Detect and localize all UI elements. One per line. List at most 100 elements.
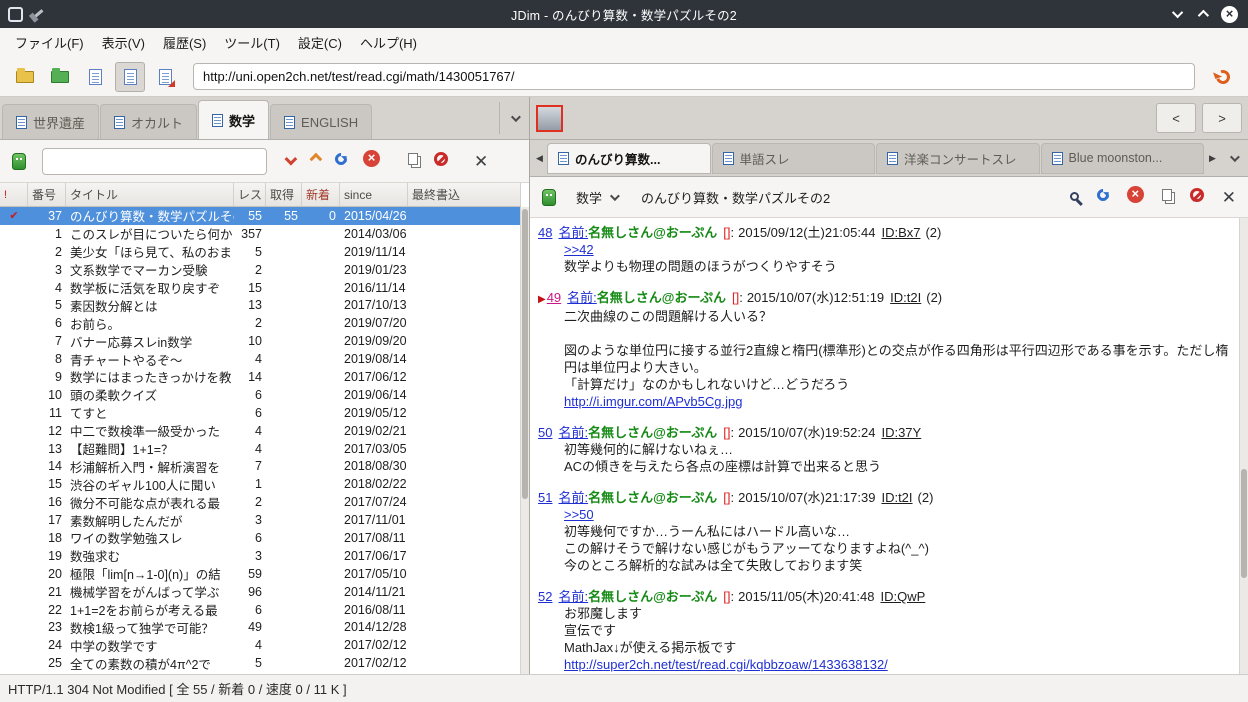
thread-row-14[interactable]: 14 杉浦解析入門・解析演習を 7 2018/08/30 <box>0 457 521 475</box>
col-title[interactable]: タイトル <box>66 183 234 206</box>
maximize-button[interactable] <box>1197 5 1210 23</box>
thread-tab-1[interactable]: 単語スレ <box>711 142 875 174</box>
board-select-dropdown[interactable]: 数学 <box>574 184 620 211</box>
reload-list-button[interactable] <box>332 150 350 170</box>
col-number[interactable]: 番号 <box>28 183 66 206</box>
post-name-label[interactable]: 名前: <box>558 490 588 505</box>
menu-item-1[interactable]: 表示(V) <box>93 28 154 57</box>
thread-row-3[interactable]: 3 文系数学でマーカン受験 2 2019/01/23 <box>0 261 521 279</box>
copy-button[interactable] <box>408 152 418 170</box>
thread-filter-input[interactable] <box>42 147 267 175</box>
thread-row-18[interactable]: 18 ワイの数学勉強スレ 6 2017/08/11 <box>0 529 521 547</box>
url-reload-button[interactable] <box>1208 62 1238 92</box>
thread-view-scrollbar[interactable] <box>1239 218 1248 674</box>
post-body-link[interactable]: http://super2ch.net/test/read.cgi/kqbbzo… <box>564 657 888 672</box>
url-input[interactable] <box>193 63 1195 90</box>
thread-row-22[interactable]: 22 1+1=2をお前らが考える最 6 2016/08/11 <box>0 601 521 619</box>
search-up-button[interactable] <box>309 152 323 170</box>
stop-thread-button[interactable] <box>1126 186 1144 208</box>
scrollbar-thumb[interactable] <box>1241 468 1247 579</box>
tabs-scroll-left-icon[interactable]: ◀ <box>532 143 547 173</box>
history-back-button[interactable]: < <box>1156 103 1196 133</box>
col-mark[interactable]: ! <box>0 183 28 206</box>
post-id-link[interactable]: ID:37Y <box>881 425 921 440</box>
menu-item-3[interactable]: ツール(T) <box>215 28 289 57</box>
thread-view-button[interactable] <box>115 61 145 92</box>
close-thread-button[interactable]: ✕ <box>1222 189 1236 206</box>
search-down-button[interactable] <box>284 152 298 170</box>
post-number-link[interactable]: 48 <box>538 225 552 240</box>
col-new[interactable]: 新着 <box>302 183 340 206</box>
post-body-link[interactable]: http://i.imgur.com/APvb5Cg.jpg <box>564 394 742 409</box>
board-tab-3[interactable]: ENGLISH <box>270 104 373 139</box>
reload-thread-button[interactable] <box>1094 186 1112 206</box>
close-pane-button[interactable]: ✕ <box>474 153 488 170</box>
col-got[interactable]: 取得 <box>266 183 302 206</box>
thread-row-7[interactable]: 7 バナー応募スレin数学 10 2019/09/20 <box>0 332 521 350</box>
thread-row-25[interactable]: 25 全ての素数の積が4π^2で 5 2017/02/12 <box>0 654 521 672</box>
post-id-link[interactable]: ID:Bx7 <box>881 225 920 240</box>
post-name-label[interactable]: 名前: <box>567 290 597 305</box>
thread-row-5[interactable]: 5 素因数分解とは 13 2017/10/13 <box>0 296 521 314</box>
thread-dnd-icon[interactable] <box>536 104 563 132</box>
col-last-write[interactable]: 最終書込 <box>408 183 521 206</box>
post-body-link[interactable]: >>50 <box>564 507 594 522</box>
thread-tab-3[interactable]: Blue moonston... <box>1040 142 1204 174</box>
thread-row-11[interactable]: 11 てすと 6 2019/05/12 <box>0 404 521 422</box>
board-tab-list-button[interactable] <box>499 102 529 134</box>
abone-thread-button[interactable] <box>1189 187 1204 207</box>
thread-row-13[interactable]: 13 【超難問】1+1=？ 4 2017/03/05 <box>0 440 521 458</box>
col-res[interactable]: レス <box>234 183 266 206</box>
scrollbar-thumb[interactable] <box>522 209 528 499</box>
thread-view-content[interactable]: 48 名前:名無しさん@おーぷん []: 2015/09/12(土)21:05:44 I… <box>530 218 1248 674</box>
post-name-label[interactable]: 名前: <box>558 425 588 440</box>
col-since[interactable]: since <box>340 183 408 206</box>
board-tab-0[interactable]: 世界遺産 <box>2 104 100 139</box>
post-id-link[interactable]: ID:QwP <box>881 589 926 604</box>
post-id-link[interactable]: ID:t2I <box>881 490 912 505</box>
thread-row-6[interactable]: 6 お前ら。 2 2019/07/20 <box>0 314 521 332</box>
thread-row-4[interactable]: 4 数学板に活気を取り戻すぞ 15 2016/11/14 <box>0 279 521 297</box>
tabs-scroll-right-icon[interactable]: ▶ <box>1205 143 1220 173</box>
post-name-label[interactable]: 名前: <box>558 589 588 604</box>
thread-row-8[interactable]: 8 青チャートやるぞ〜 4 2019/08/14 <box>0 350 521 368</box>
post-name-label[interactable]: 名前: <box>558 225 588 240</box>
menu-item-2[interactable]: 履歴(S) <box>154 28 215 57</box>
thread-row-23[interactable]: 23 数検1級って独学で可能？ 49 2014/12/28 <box>0 618 521 636</box>
thread-row-1[interactable]: 1 このスレが目についたら何か 357 2014/03/06 <box>0 225 521 243</box>
thread-row-24[interactable]: 24 中学の数学です 4 2017/02/12 <box>0 636 521 654</box>
image-view-button[interactable] <box>150 62 180 92</box>
menu-item-5[interactable]: ヘルプ(H) <box>351 28 426 57</box>
thread-row-19[interactable]: 19 数強求む 3 2017/06/17 <box>0 547 521 565</box>
abone-button[interactable] <box>434 151 448 171</box>
post-id-link[interactable]: ID:t2I <box>890 290 921 305</box>
minimize-button[interactable] <box>1171 5 1184 23</box>
stop-load-button[interactable] <box>363 150 380 172</box>
history-forward-button[interactable]: > <box>1202 103 1242 133</box>
thread-row-37[interactable]: ✔ 37 のんびり算数・数学パズルその2 55 55 0 2015/04/26 <box>0 207 521 225</box>
thread-row-21[interactable]: 21 機械学習をがんばって学ぶ 96 2014/11/21 <box>0 583 521 601</box>
board-tab-2[interactable]: 数学 <box>198 100 270 139</box>
post-number-link[interactable]: 50 <box>538 425 552 440</box>
thread-row-10[interactable]: 10 頭の柔軟クイズ 6 2019/06/14 <box>0 386 521 404</box>
thread-list-scrollbar[interactable] <box>520 207 529 674</box>
thread-row-16[interactable]: 16 微分不可能な点が表れる最 2 2017/07/24 <box>0 493 521 511</box>
favorites-button[interactable] <box>45 62 75 92</box>
copy-thread-button[interactable] <box>1161 188 1172 206</box>
board-tab-1[interactable]: オカルト <box>100 104 198 139</box>
post-body-link[interactable]: >>42 <box>564 242 594 257</box>
menu-item-4[interactable]: 設定(C) <box>289 28 351 57</box>
board-list-button[interactable] <box>10 62 40 92</box>
post-number-link[interactable]: 51 <box>538 490 552 505</box>
thread-row-17[interactable]: 17 素数解明したんだが 3 2017/11/01 <box>0 511 521 529</box>
menu-item-0[interactable]: ファイル(F) <box>6 28 93 57</box>
thread-row-2[interactable]: 2 美少女「ほら見て、私のおま 5 2019/11/14 <box>0 243 521 261</box>
post-number-link[interactable]: 49 <box>547 290 561 305</box>
post-number-link[interactable]: 52 <box>538 589 552 604</box>
thread-row-15[interactable]: 15 渋谷のギャル100人に聞い 1 2018/02/22 <box>0 475 521 493</box>
search-in-thread-button[interactable] <box>1069 188 1079 206</box>
window-close-button[interactable]: × <box>1221 5 1238 23</box>
thread-tab-list-button[interactable] <box>1220 142 1246 174</box>
thread-tab-2[interactable]: 洋楽コンサートスレ <box>876 142 1040 174</box>
thread-row-9[interactable]: 9 数学にはまったきっかけを教 14 2017/06/12 <box>0 368 521 386</box>
